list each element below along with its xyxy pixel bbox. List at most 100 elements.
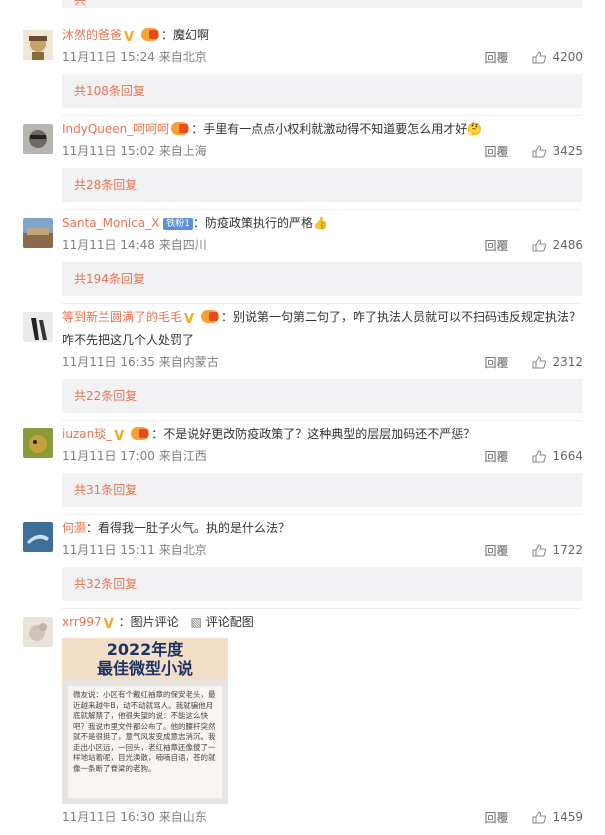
comment-content: ：看得我一肚子火气。执的是什么法？ [86, 521, 291, 535]
comment-meta: 11月11日 15:11 来自北京 [62, 543, 207, 557]
divider [62, 608, 582, 609]
image-title-line2: 最佳微型小说 [96, 659, 193, 678]
thumb-up-icon [532, 543, 547, 556]
fan-badge: 铁粉1 [163, 218, 194, 230]
divider [62, 514, 582, 515]
thumb-up-icon [532, 810, 547, 823]
verified-v-icon: V [124, 30, 135, 45]
comment-actions: 回覆 2486 [484, 237, 583, 253]
divider [62, 303, 582, 304]
reply-button[interactable]: 回覆 [484, 809, 508, 826]
username[interactable]: iuzan琰_ [62, 427, 112, 441]
reply-button[interactable]: 回覆 [484, 143, 508, 160]
comment-meta: 11月11日 15:24 来自北京 [62, 50, 207, 64]
comment-text-continued: 咋不先把这几个人处罚了 [62, 333, 195, 347]
thumb-up-icon [532, 449, 547, 462]
avatar[interactable] [23, 30, 53, 60]
comment-content: ：防疫政策执行的严格 [193, 216, 314, 230]
avatar[interactable] [23, 312, 53, 342]
comment-actions: 回覆 1722 [484, 542, 583, 558]
image-body-text: 微友说：小区有个戴红袖章的保安老头，最近越来越牛B，动不动就骂人。我就骗他月底就… [68, 686, 222, 798]
replies-toggle[interactable]: 共22条回复 [62, 379, 582, 413]
replies-toggle[interactable]: 共108条回复 [62, 74, 582, 108]
thumbs-up-emoji-icon: 👍 [313, 216, 328, 230]
thumb-up-icon [532, 50, 547, 63]
comment-text: 何灏：看得我一肚子火气。执的是什么法？ [62, 517, 582, 539]
comment-content: ：图片评论 [118, 615, 179, 629]
reply-button[interactable]: 回覆 [484, 237, 508, 254]
like-count: 2312 [552, 355, 583, 369]
like-button[interactable]: 3425 [532, 144, 583, 158]
previous-replies-box[interactable]: 共 [62, 0, 582, 8]
like-count: 2486 [552, 238, 583, 252]
comment-text: iuzan琰_ V ：不是说好更改防疫政策了？这种典型的层层加码还不严惩？ [62, 423, 582, 445]
verified-v-icon: V [184, 312, 195, 327]
avatar[interactable] [23, 124, 53, 154]
thumb-up-icon [532, 355, 547, 368]
comment-meta: 11月11日 14:48 来自四川 [62, 238, 207, 252]
replies-toggle[interactable]: 共28条回复 [62, 168, 582, 202]
reply-button[interactable]: 回覆 [484, 49, 508, 66]
comment-actions: 回覆 2312 [484, 354, 583, 370]
like-button[interactable]: 1664 [532, 449, 583, 463]
like-count: 1722 [552, 543, 583, 557]
thumb-up-icon [532, 238, 547, 251]
like-button[interactable]: 1722 [532, 543, 583, 557]
divider [62, 420, 582, 421]
thumb-up-icon [532, 144, 547, 157]
comment-image[interactable]: 2022年度 最佳微型小说 微友说：小区有个戴红袖章的保安老头，最近越来越牛B，… [62, 638, 228, 804]
comment-text: Santa_Monica_X 铁粉1 ：防疫政策执行的严格👍 [62, 212, 582, 234]
level-badge-icon [201, 310, 220, 323]
comment-text: 沐然的爸爸 V ：魔幻啊 [62, 24, 582, 46]
like-button[interactable]: 2486 [532, 238, 583, 252]
level-badge-icon [131, 427, 150, 440]
avatar[interactable] [23, 428, 53, 458]
comment-text: 等到新兰圆满了的毛毛 V ：别说第一句第二句了，咋了执法人员就可以不扫码违反规定执法… [62, 306, 582, 328]
avatar[interactable] [23, 218, 53, 248]
comment-actions: 回覆 1459 [484, 809, 583, 825]
view-image-link[interactable]: 评论配图 [206, 615, 254, 629]
comment-meta: 11月11日 16:35 来自内蒙古 [62, 355, 219, 369]
username[interactable]: xrr997 [62, 615, 102, 629]
divider [62, 115, 582, 116]
like-count: 1459 [552, 810, 583, 824]
username[interactable]: Santa_Monica_X [62, 216, 159, 230]
divider [62, 209, 582, 210]
comment-meta: 11月11日 16:30 来自山东 [62, 810, 207, 824]
comment-text: xrr997 V ：图片评论 ▧ 评论配图 [62, 611, 582, 633]
username[interactable]: 等到新兰圆满了的毛毛 [62, 310, 182, 324]
previous-replies-label: 共 [74, 0, 87, 7]
verified-v-icon: V [103, 617, 114, 632]
avatar[interactable] [23, 522, 53, 552]
comment-actions: 回覆 4200 [484, 49, 583, 65]
like-button[interactable]: 4200 [532, 50, 583, 64]
reply-button[interactable]: 回覆 [484, 448, 508, 465]
like-button[interactable]: 1459 [532, 810, 583, 824]
username[interactable]: 沐然的爸爸 [62, 28, 122, 42]
like-button[interactable]: 2312 [532, 355, 583, 369]
comment-actions: 回覆 3425 [484, 143, 583, 159]
comment-actions: 回覆 1664 [484, 448, 583, 464]
comment-content: ：手里有一点点小权利就激动得不知道要怎么用才好 [191, 122, 468, 136]
image-icon: ▧ [190, 615, 202, 629]
username[interactable]: 何灏 [62, 521, 86, 535]
comment-meta: 11月11日 15:02 来自上海 [62, 144, 207, 158]
thinking-emoji-icon: 🤔 [467, 122, 483, 136]
level-badge-icon [141, 28, 160, 41]
like-count: 4200 [552, 50, 583, 64]
level-badge-icon [171, 122, 190, 135]
comment-content: ：别说第一句第二句了，咋了执法人员就可以不扫码违反规定执法？ [221, 310, 582, 324]
comment-text: IndyQueen_呵呵呵 ：手里有一点点小权利就激动得不知道要怎么用才好🤔 [62, 118, 582, 140]
reply-button[interactable]: 回覆 [484, 542, 508, 559]
avatar[interactable] [23, 617, 53, 647]
username[interactable]: IndyQueen_呵呵呵 [62, 122, 169, 136]
verified-v-icon: V [114, 429, 125, 444]
comment-meta: 11月11日 17:00 来自江西 [62, 449, 207, 463]
replies-toggle[interactable]: 共194条回复 [62, 262, 582, 296]
replies-toggle[interactable]: 共32条回复 [62, 567, 582, 601]
comment-content: ：魔幻啊 [161, 28, 210, 42]
like-count: 3425 [552, 144, 583, 158]
reply-button[interactable]: 回覆 [484, 354, 508, 371]
replies-toggle[interactable]: 共31条回复 [62, 473, 582, 507]
image-title-line1: 2022年度 [106, 640, 184, 659]
